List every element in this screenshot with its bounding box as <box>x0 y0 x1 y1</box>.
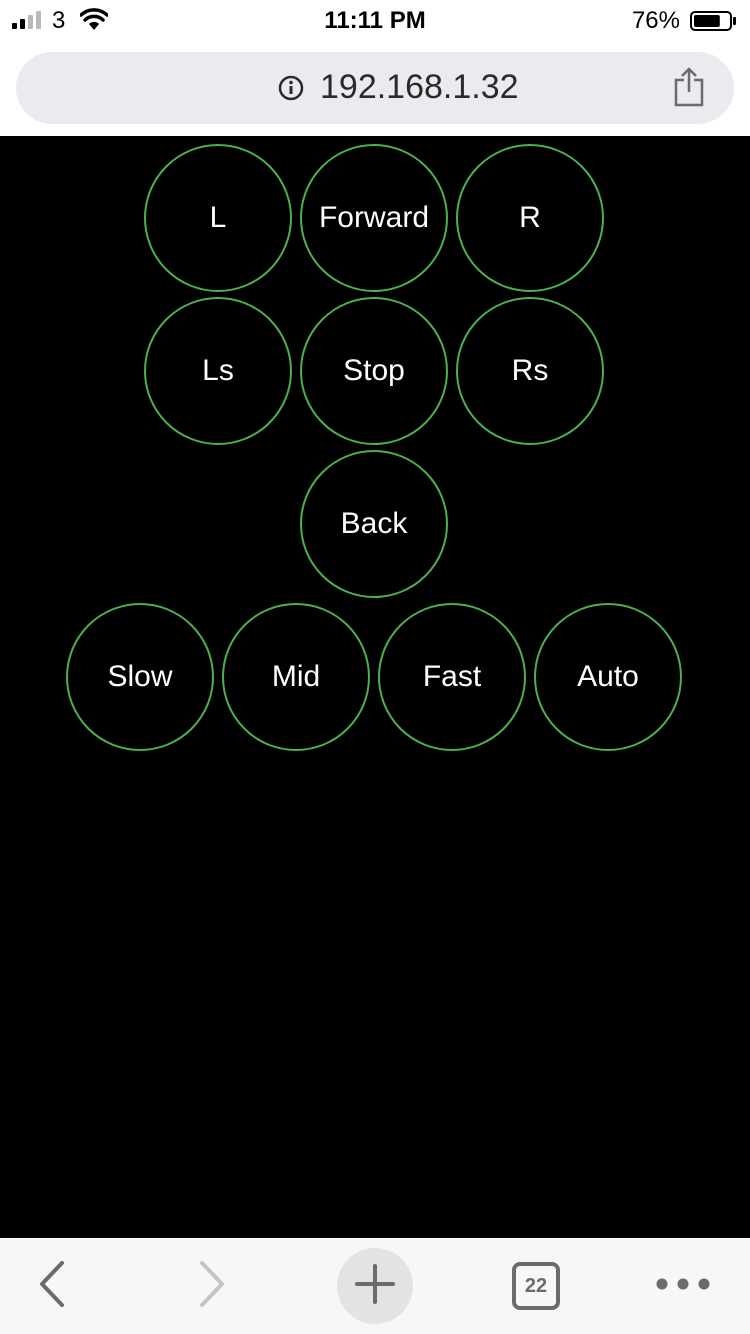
left-spin-button[interactable]: Ls <box>144 297 292 445</box>
address-bar[interactable]: 192.168.1.32 <box>16 52 734 124</box>
auto-button[interactable]: Auto <box>534 603 682 751</box>
forward-button[interactable]: Forward <box>300 144 448 292</box>
stop-button[interactable]: Stop <box>300 297 448 445</box>
share-icon[interactable] <box>672 66 706 113</box>
chevron-right-icon <box>197 1260 227 1313</box>
tab-count: 22 <box>524 1274 548 1297</box>
battery-percentage: 76% <box>631 7 680 34</box>
back-button[interactable]: Back <box>300 450 448 598</box>
browser-toolbar: 22 <box>0 1238 750 1334</box>
fast-button[interactable]: Fast <box>378 603 526 751</box>
battery-icon <box>690 11 736 31</box>
chevron-left-icon <box>37 1260 67 1313</box>
status-bar: 3 11:11 PM 76% <box>0 0 750 40</box>
new-tab-button[interactable] <box>337 1238 413 1334</box>
plus-icon <box>353 1262 397 1311</box>
more-menu-button[interactable] <box>650 1238 716 1334</box>
nav-forward-button[interactable] <box>180 1238 244 1334</box>
mid-button[interactable]: Mid <box>222 603 370 751</box>
slow-button[interactable]: Slow <box>66 603 214 751</box>
tab-switcher-icon: 22 <box>512 1262 560 1310</box>
right-button[interactable]: R <box>456 144 604 292</box>
right-spin-button[interactable]: Rs <box>456 297 604 445</box>
more-dots-icon <box>655 1277 711 1296</box>
tab-switcher-button[interactable]: 22 <box>508 1238 564 1334</box>
info-icon[interactable] <box>278 75 304 106</box>
controller-page: L Forward R Ls Stop Rs Back Slow Mid Fas… <box>0 136 750 1238</box>
url-text[interactable]: 192.168.1.32 <box>320 68 519 107</box>
left-button[interactable]: L <box>144 144 292 292</box>
nav-back-button[interactable] <box>20 1238 84 1334</box>
